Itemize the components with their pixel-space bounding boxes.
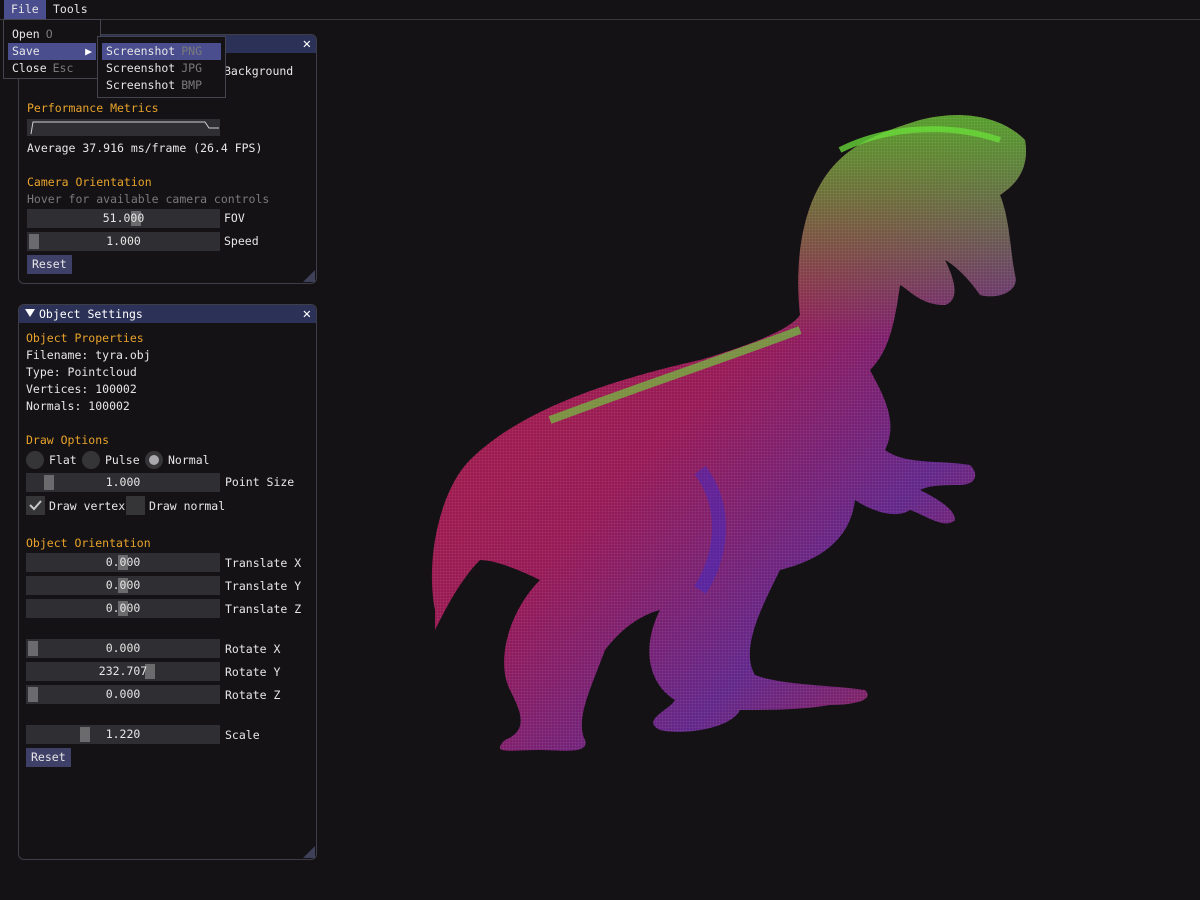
rotate-x-slider[interactable]: 0.000 xyxy=(26,639,220,658)
translate-x-slider[interactable]: 0.000 xyxy=(26,553,220,572)
rotate-y-label: Rotate Y xyxy=(225,665,281,679)
camera-controls-hint: Hover for available camera controls xyxy=(27,192,270,206)
translate-z-label: Translate Z xyxy=(225,602,302,616)
performance-metrics-header: Performance Metrics xyxy=(27,101,159,115)
filename-text: Filename: tyra.obj xyxy=(26,348,151,362)
resize-grip-icon[interactable] xyxy=(303,846,315,858)
submenu-item-jpg-label: Screenshot xyxy=(106,61,176,75)
radio-pulse-label: Pulse xyxy=(105,453,140,467)
point-size-slider[interactable]: 1.000 xyxy=(26,473,220,492)
scale-value: 1.220 xyxy=(105,727,141,741)
menu-item-open-label: Open xyxy=(12,27,40,41)
radio-normal-label: Normal xyxy=(168,453,210,467)
resize-grip-icon[interactable] xyxy=(303,270,315,282)
frame-time-line xyxy=(30,121,219,135)
draw-vertex-label: Draw vertex xyxy=(49,499,126,513)
rotate-y-value: 232.707 xyxy=(98,664,148,678)
menu-item-open[interactable]: Open O xyxy=(8,26,96,43)
menu-item-save[interactable]: Save ▶ xyxy=(8,43,96,60)
submenu-item-png[interactable]: Screenshot PNG xyxy=(102,43,221,60)
radio-pulse[interactable] xyxy=(82,451,100,469)
draw-options-header: Draw Options xyxy=(26,433,110,447)
normals-text: Normals: 100002 xyxy=(26,399,130,413)
submenu-item-png-format: PNG xyxy=(181,44,203,58)
rotate-x-label: Rotate X xyxy=(225,642,281,656)
menu-item-open-shortcut: O xyxy=(45,27,53,41)
submenu-item-bmp[interactable]: Screenshot BMP xyxy=(102,77,221,94)
fov-slider[interactable]: 51.000 xyxy=(27,209,220,228)
translate-y-value: 0.000 xyxy=(105,578,141,592)
translate-x-label: Translate X xyxy=(225,556,302,570)
rotate-y-slider[interactable]: 232.707 xyxy=(26,662,220,681)
object-reset-button[interactable]: Reset xyxy=(26,748,71,767)
scale-label: Scale xyxy=(225,728,260,742)
speed-label: Speed xyxy=(224,234,259,248)
chevron-right-icon: ▶ xyxy=(85,44,92,58)
checkmark-icon xyxy=(29,500,42,511)
submenu-item-bmp-label: Screenshot xyxy=(106,78,176,92)
menu-item-close-shortcut: Esc xyxy=(52,61,74,75)
menu-item-close-label: Close xyxy=(12,61,47,75)
radio-flat-label: Flat xyxy=(49,453,77,467)
translate-y-slider[interactable]: 0.000 xyxy=(26,576,220,595)
object-settings-title: Object Settings xyxy=(39,307,143,321)
menu-tools[interactable]: Tools xyxy=(46,0,95,19)
speed-slider[interactable]: 1.000 xyxy=(27,232,220,251)
file-menu: Open O Save ▶ Close Esc xyxy=(3,19,101,79)
rotate-x-value: 0.000 xyxy=(105,641,141,655)
average-frame-time: Average 37.916 ms/frame (26.4 FPS) xyxy=(27,141,263,155)
point-size-value: 1.000 xyxy=(105,475,141,489)
rotate-z-slider[interactable]: 0.000 xyxy=(26,685,220,704)
camera-reset-button[interactable]: Reset xyxy=(27,255,72,274)
radio-flat[interactable] xyxy=(26,451,44,469)
point-size-label: Point Size xyxy=(225,475,295,489)
radio-normal[interactable] xyxy=(145,451,163,469)
draw-vertex-checkbox[interactable] xyxy=(26,496,45,515)
translate-z-slider[interactable]: 0.000 xyxy=(26,599,220,618)
object-orientation-header: Object Orientation xyxy=(26,536,151,550)
camera-orientation-header: Camera Orientation xyxy=(27,175,152,189)
rotate-z-value: 0.000 xyxy=(105,687,141,701)
translate-x-value: 0.000 xyxy=(105,555,141,569)
menu-item-save-label: Save xyxy=(12,44,40,58)
menu-item-close[interactable]: Close Esc xyxy=(8,60,96,77)
3d-viewport[interactable] xyxy=(400,90,1060,770)
fov-value: 51.000 xyxy=(102,211,145,225)
vertices-text: Vertices: 100002 xyxy=(26,382,137,396)
frame-time-graph[interactable] xyxy=(27,119,220,136)
translate-z-value: 0.000 xyxy=(105,601,141,615)
draw-normal-checkbox[interactable] xyxy=(126,496,145,515)
background-label: Background xyxy=(224,64,294,78)
translate-y-label: Translate Y xyxy=(225,579,302,593)
draw-normal-label: Draw normal xyxy=(149,499,226,513)
submenu-item-bmp-format: BMP xyxy=(181,78,203,92)
object-settings-titlebar[interactable]: Object Settings ✕ xyxy=(19,305,316,323)
object-properties-header: Object Properties xyxy=(26,331,144,345)
submenu-item-jpg-format: JPG xyxy=(181,61,203,75)
submenu-item-png-label: Screenshot xyxy=(106,44,176,58)
type-text: Type: Pointcloud xyxy=(26,365,137,379)
speed-value: 1.000 xyxy=(106,234,141,248)
dinosaur-body xyxy=(431,115,1026,751)
rotate-z-label: Rotate Z xyxy=(225,688,281,702)
submenu-item-jpg[interactable]: Screenshot JPG xyxy=(102,60,221,77)
collapse-triangle-icon[interactable] xyxy=(25,309,35,317)
save-submenu: Screenshot PNG Screenshot JPG Screenshot BM… xyxy=(97,36,226,98)
fov-label: FOV xyxy=(224,211,245,225)
object-settings-panel: Object Settings ✕ Object Properties File… xyxy=(18,304,317,860)
close-icon[interactable]: ✕ xyxy=(303,35,311,53)
menu-file[interactable]: File xyxy=(4,0,46,19)
scale-slider[interactable]: 1.220 xyxy=(26,725,220,744)
menu-bar: File Tools xyxy=(0,0,1200,20)
dinosaur-pointcloud xyxy=(431,115,1026,751)
close-icon[interactable]: ✕ xyxy=(303,305,311,323)
